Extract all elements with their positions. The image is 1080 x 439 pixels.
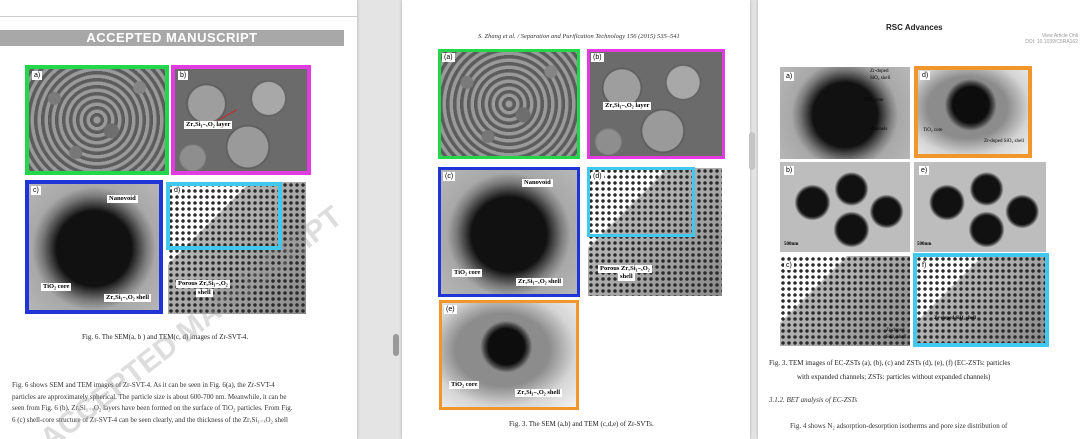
panel-label-c: c) xyxy=(31,186,41,195)
panel-label-e: e) xyxy=(919,166,930,175)
body-line: Fig. 6 shows SEM and TEM images of Zr-SV… xyxy=(12,381,275,389)
annotation-porous: Porous ZrₓSi₁₋ₓO₂ xyxy=(598,265,652,273)
panel-label-a: a) xyxy=(784,72,795,81)
sem-image-a xyxy=(439,50,579,158)
figure-caption: Fig. 3. TEM images of EC-ZSTs (a), (b), … xyxy=(769,356,1010,384)
panel-label-b: b) xyxy=(178,71,189,80)
panel-label-d: d) xyxy=(920,71,931,80)
sem-image-b xyxy=(172,66,310,174)
annotation-nanovoid: Nanovoid xyxy=(522,179,553,187)
annotation-shell: Zr-doped SiO₂ shell xyxy=(984,139,1024,144)
annotation-nanovoid: Nanovoid xyxy=(107,195,138,203)
annotation-shell: ZrₓSi₁₋ₓO₂ shell xyxy=(515,389,563,397)
scale-label: 500nm xyxy=(784,242,799,247)
meta-line: DOI: 10.1039/C5RA162 xyxy=(1025,39,1078,45)
annotation-shell: SiO₂ shell xyxy=(870,76,891,81)
page-separation-purification: S. Zhang et al. / Separation and Purific… xyxy=(402,0,750,439)
annotation-core: TiO₂ core xyxy=(923,128,943,133)
annotation-core: TiO₂ core xyxy=(864,98,884,103)
panel-label-b: (b) xyxy=(591,53,604,62)
annotation-shell: ZrₓSi₁₋ₓO₂ shell xyxy=(516,278,564,286)
panel-label-d: (d) xyxy=(591,172,604,181)
tem-image-b xyxy=(780,162,910,252)
annotation-core: TiO₂ core xyxy=(41,283,72,291)
panel-label-c: (c) xyxy=(443,172,456,181)
accepted-manuscript-banner: ACCEPTED MANUSCRIPT xyxy=(0,30,344,46)
annotation-channels: channels xyxy=(870,127,888,132)
body-line: Fig. 4 shows N₂ adsorption-desorption is… xyxy=(790,422,1008,430)
scrollbar-thumb[interactable] xyxy=(749,132,755,170)
journal-header: S. Zhang et al. / Separation and Purific… xyxy=(478,33,680,40)
section-heading: 3.1.2. BET analysis of EC-ZSTs xyxy=(769,396,858,404)
panel-label-a: (a) xyxy=(442,53,455,62)
annotation-layer: ZrₓSi₁₋ₓO₂ layer xyxy=(603,102,652,110)
panel-label-a: a) xyxy=(32,71,43,80)
panel-label-e: (e) xyxy=(444,305,457,314)
document-viewer: ACCEPTED MANUSCRIPT a) b) ZrₓSi₁₋ₓO₂ lay… xyxy=(0,0,1080,439)
annotation-core: TiO₂ core xyxy=(449,381,480,389)
caption-line: with expanded channels; ZSTs: particles … xyxy=(797,373,991,381)
annotation-porous-shell: shell xyxy=(618,273,635,281)
sem-image-a xyxy=(26,66,168,174)
panel-label-d: d) xyxy=(172,186,183,195)
scale-label: 500nm xyxy=(917,242,932,247)
previous-page-edge xyxy=(0,0,357,17)
annotation-shell: SiO₂ shell xyxy=(886,335,907,340)
tem-image-e xyxy=(914,162,1046,252)
body-line: particles are approximately spherical. T… xyxy=(12,392,287,401)
page-rsc-advances: RSC Advances View Article Onli DOI: 10.1… xyxy=(758,0,1080,439)
tem-image-d xyxy=(588,168,722,296)
annotation-layer: ZrₓSi₁₋ₓO₂ layer xyxy=(184,121,233,129)
panel-label-c: c) xyxy=(784,261,794,270)
page-accepted-manuscript: ACCEPTED MANUSCRIPT a) b) ZrₓSi₁₋ₓO₂ lay… xyxy=(0,0,357,439)
article-meta: View Article Onli DOI: 10.1039/C5RA162 xyxy=(1025,33,1078,45)
journal-title: RSC Advances xyxy=(886,23,943,32)
figure-caption: Fig. 3. The SEM (a,b) and TEM (c,d,e) of… xyxy=(509,420,654,428)
scrollbar-thumb[interactable] xyxy=(393,334,399,356)
annotation-core: TiO₂ core xyxy=(452,269,483,277)
tem-image-f xyxy=(916,256,1046,344)
annotation-shell: Zr-doped SiO₂ shell xyxy=(934,316,976,321)
caption-line: Fig. 3. TEM images of EC-ZSTs (a), (b), … xyxy=(769,359,1011,367)
panel-label-f: f) xyxy=(920,261,929,270)
annotation-shell: ZrₓSi₁₋ₓO₂ shell xyxy=(104,294,152,302)
tem-image-a xyxy=(780,67,910,159)
panel-label-b: b) xyxy=(784,166,795,175)
